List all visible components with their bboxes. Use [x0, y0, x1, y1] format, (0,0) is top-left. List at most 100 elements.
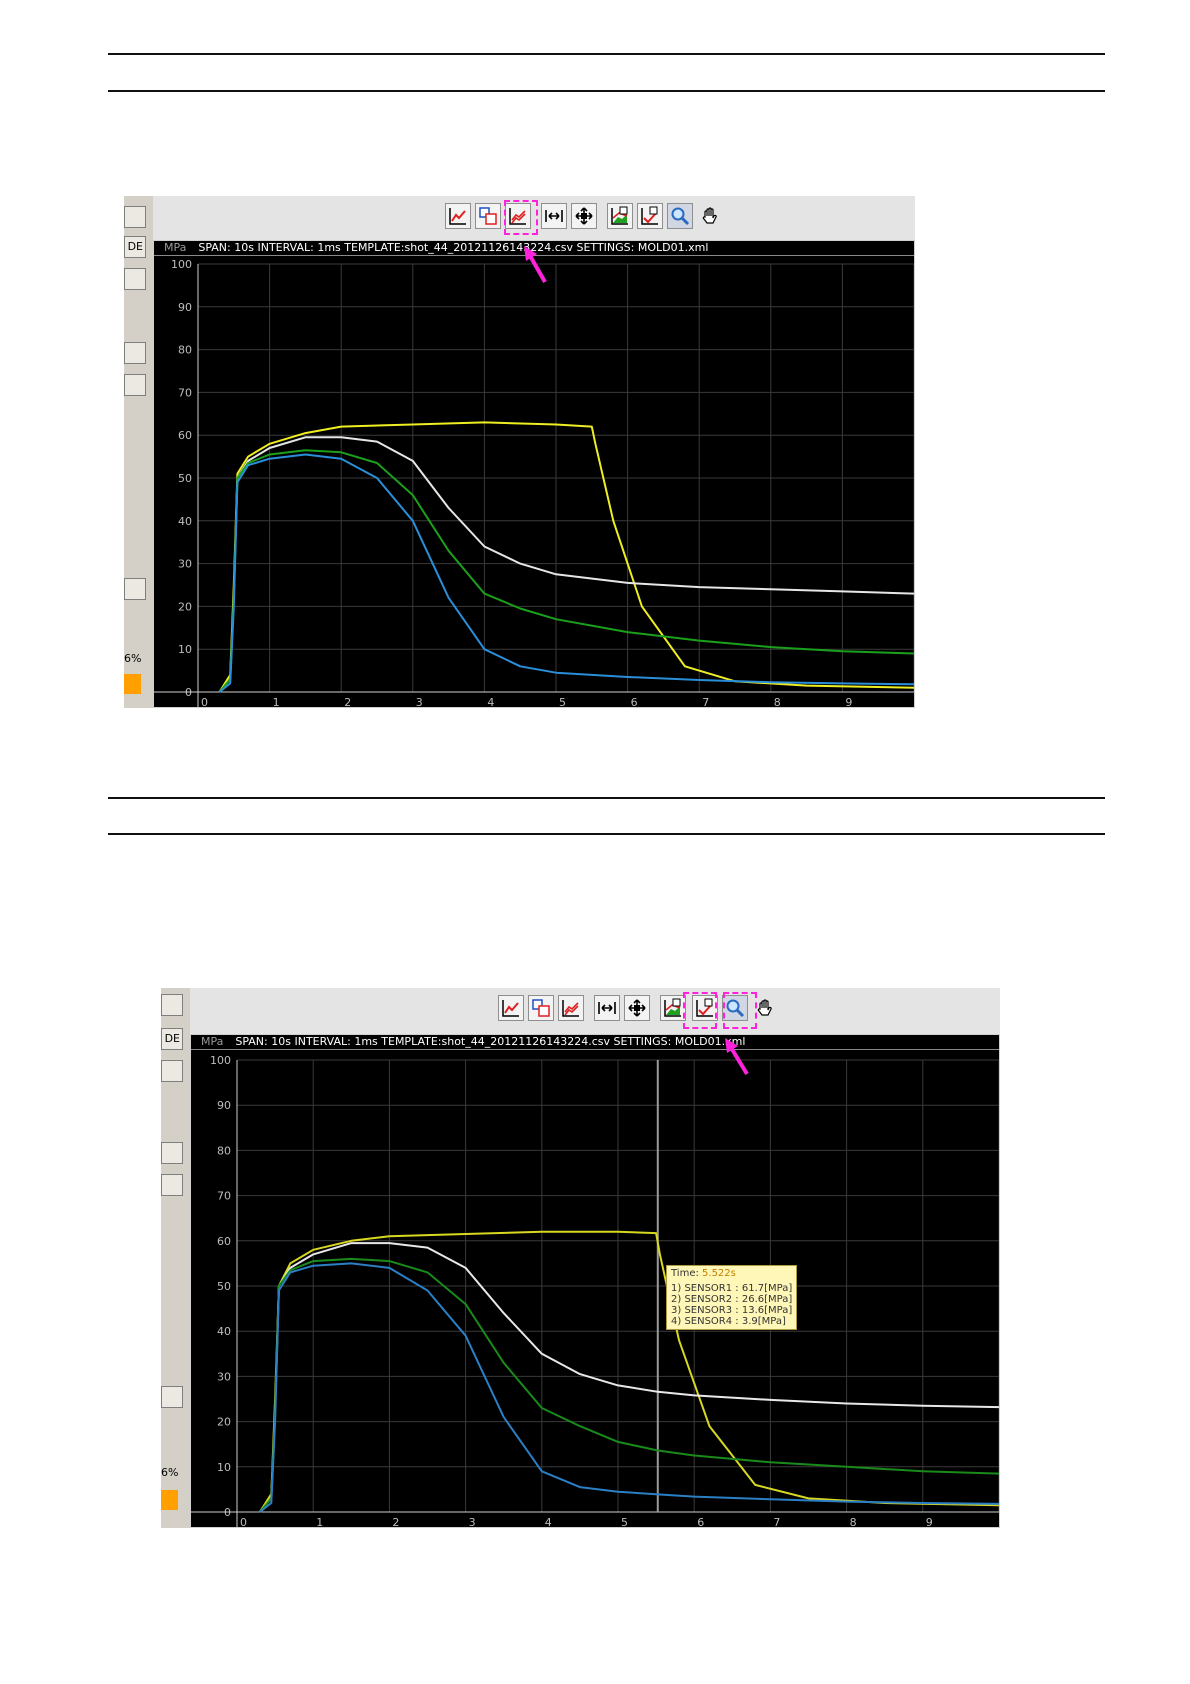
- hand-icon: [757, 999, 772, 1016]
- toolbar-highlight: [504, 200, 538, 235]
- cursor-check-button[interactable]: [637, 203, 663, 229]
- sidebar-orange-indicator: [124, 674, 141, 694]
- horizontal-zoom-button[interactable]: [594, 995, 620, 1021]
- sidebar-mode-button[interactable]: DE: [124, 236, 146, 258]
- cursor-tooltip: Time: 5.522s 1) SENSOR1 : 61.7[MPa] 2) S…: [666, 1265, 798, 1330]
- middle-rule-1: [108, 797, 1105, 799]
- sidebar-button[interactable]: [124, 374, 146, 396]
- cursor-graph-button[interactable]: [607, 203, 633, 229]
- unit-label: MPa: [201, 1035, 224, 1048]
- waveform-plot: MPa SPAN: 10s INTERVAL: 1ms TEMPLATE:shot…: [190, 1034, 1000, 1528]
- screenshot-1: DE 6% MPa SPAN: 10s INTERVAL: 1ms TEMPLAT…: [124, 196, 915, 708]
- hand-button[interactable]: [697, 203, 723, 229]
- toolbar-highlight: [723, 992, 757, 1029]
- series-line: [218, 436, 914, 693]
- y-tick-label: 40: [217, 1325, 231, 1338]
- line-graph-icon: [449, 208, 466, 225]
- x-tick-label: 1: [273, 696, 280, 708]
- x-tick-label: 5: [621, 1516, 628, 1528]
- cursor-check-icon: [641, 206, 658, 225]
- overlay-button[interactable]: [528, 995, 554, 1021]
- pointer-arrow: [524, 246, 547, 283]
- y-tick-label: 10: [217, 1461, 231, 1474]
- y-tick-label: 90: [178, 301, 192, 314]
- sidebar-button[interactable]: [124, 578, 146, 600]
- y-tick-label: 40: [178, 515, 192, 528]
- x-tick-label: 8: [850, 1516, 857, 1528]
- line-graph-button[interactable]: [498, 995, 524, 1021]
- sidebar-button[interactable]: [161, 994, 183, 1016]
- x-tick-label: 8: [774, 696, 781, 708]
- pan-all-button[interactable]: [571, 203, 597, 229]
- y-tick-label: 10: [178, 643, 192, 656]
- waveform-chart: 0123456789100102030405060708090100: [191, 1054, 999, 1528]
- y-tick-label: 50: [217, 1280, 231, 1293]
- pan-all-icon: [628, 999, 646, 1017]
- y-tick-label: 80: [178, 344, 192, 357]
- y-tick-label: 60: [178, 429, 192, 442]
- x-tick-label: 5: [559, 696, 566, 708]
- pan-all-icon: [575, 207, 593, 225]
- sidebar-mode-button[interactable]: DE: [161, 1028, 183, 1050]
- y-tick-label: 100: [210, 1054, 231, 1067]
- sidebar-percent: 6%: [161, 1466, 179, 1479]
- y-tick-label: 20: [178, 600, 192, 613]
- middle-rule-2: [108, 833, 1105, 835]
- y-tick-label: 50: [178, 472, 192, 485]
- sidebar-button[interactable]: [161, 1386, 183, 1408]
- sidebar: DE 6%: [161, 988, 187, 1528]
- sidebar-button[interactable]: [124, 268, 146, 290]
- magnifier-button[interactable]: [667, 203, 693, 229]
- tooltip-row: 3) SENSOR3 : 13.6[MPa]: [671, 1305, 793, 1316]
- waveform-plot: MPa SPAN: 10s INTERVAL: 1ms TEMPLATE:shot…: [153, 240, 915, 708]
- horizontal-zoom-button[interactable]: [541, 203, 567, 229]
- magnifier-icon: [671, 207, 690, 226]
- x-tick-label: 0: [240, 1516, 247, 1528]
- pointer-arrow: [725, 1038, 749, 1076]
- top-rule-2: [108, 90, 1105, 92]
- tooltip-row: 1) SENSOR1 : 61.7[MPa]: [671, 1283, 793, 1294]
- sidebar-button[interactable]: [161, 1174, 183, 1196]
- x-tick-label: 6: [697, 1516, 704, 1528]
- pan-all-button[interactable]: [624, 995, 650, 1021]
- toolbar-highlight: [683, 992, 717, 1029]
- series-line: [218, 449, 914, 693]
- screenshot-2: DE 6% MPa SPAN: 10s INTERVAL: 1ms TEMPLAT…: [161, 988, 1000, 1528]
- horizontal-zoom-icon: [598, 1002, 616, 1014]
- y-tick-label: 90: [217, 1099, 231, 1112]
- sidebar-button[interactable]: [124, 206, 146, 228]
- x-tick-label: 2: [392, 1516, 399, 1528]
- tooltip-time-label: Time:: [671, 1268, 699, 1279]
- sidebar-button[interactable]: [161, 1060, 183, 1082]
- multi-graph-icon: [562, 1000, 579, 1017]
- x-tick-label: 4: [487, 696, 494, 708]
- y-tick-label: 30: [217, 1370, 231, 1383]
- y-tick-label: 70: [217, 1190, 231, 1203]
- horizontal-zoom-icon: [545, 210, 563, 222]
- y-tick-label: 30: [178, 558, 192, 571]
- hand-icon: [702, 207, 717, 224]
- overlay-icon: [479, 207, 497, 225]
- x-tick-label: 3: [416, 696, 423, 708]
- tooltip-row: 2) SENSOR2 : 26.6[MPa]: [671, 1294, 793, 1305]
- y-tick-label: 20: [217, 1416, 231, 1429]
- series-line: [259, 1242, 999, 1513]
- header-info: SPAN: 10s INTERVAL: 1ms TEMPLATE:shot_44…: [198, 241, 709, 254]
- top-rule-1: [108, 53, 1105, 55]
- plot-header: MPa SPAN: 10s INTERVAL: 1ms TEMPLATE:shot…: [191, 1035, 999, 1050]
- multi-graph-button[interactable]: [558, 995, 584, 1021]
- waveform-chart: 0123456789100102030405060708090100: [154, 258, 914, 708]
- line-graph-button[interactable]: [445, 203, 471, 229]
- overlay-button[interactable]: [475, 203, 501, 229]
- sidebar-orange-indicator: [161, 1490, 178, 1510]
- x-tick-label: 7: [702, 696, 709, 708]
- x-tick-label: 1: [316, 1516, 323, 1528]
- x-tick-label: 0: [201, 696, 208, 708]
- series-line: [218, 453, 914, 693]
- x-tick-label: 4: [545, 1516, 552, 1528]
- sidebar-button[interactable]: [124, 342, 146, 364]
- line-graph-icon: [502, 1000, 519, 1017]
- cursor-graph-icon: [664, 998, 681, 1017]
- sidebar-button[interactable]: [161, 1142, 183, 1164]
- y-tick-label: 70: [178, 386, 192, 399]
